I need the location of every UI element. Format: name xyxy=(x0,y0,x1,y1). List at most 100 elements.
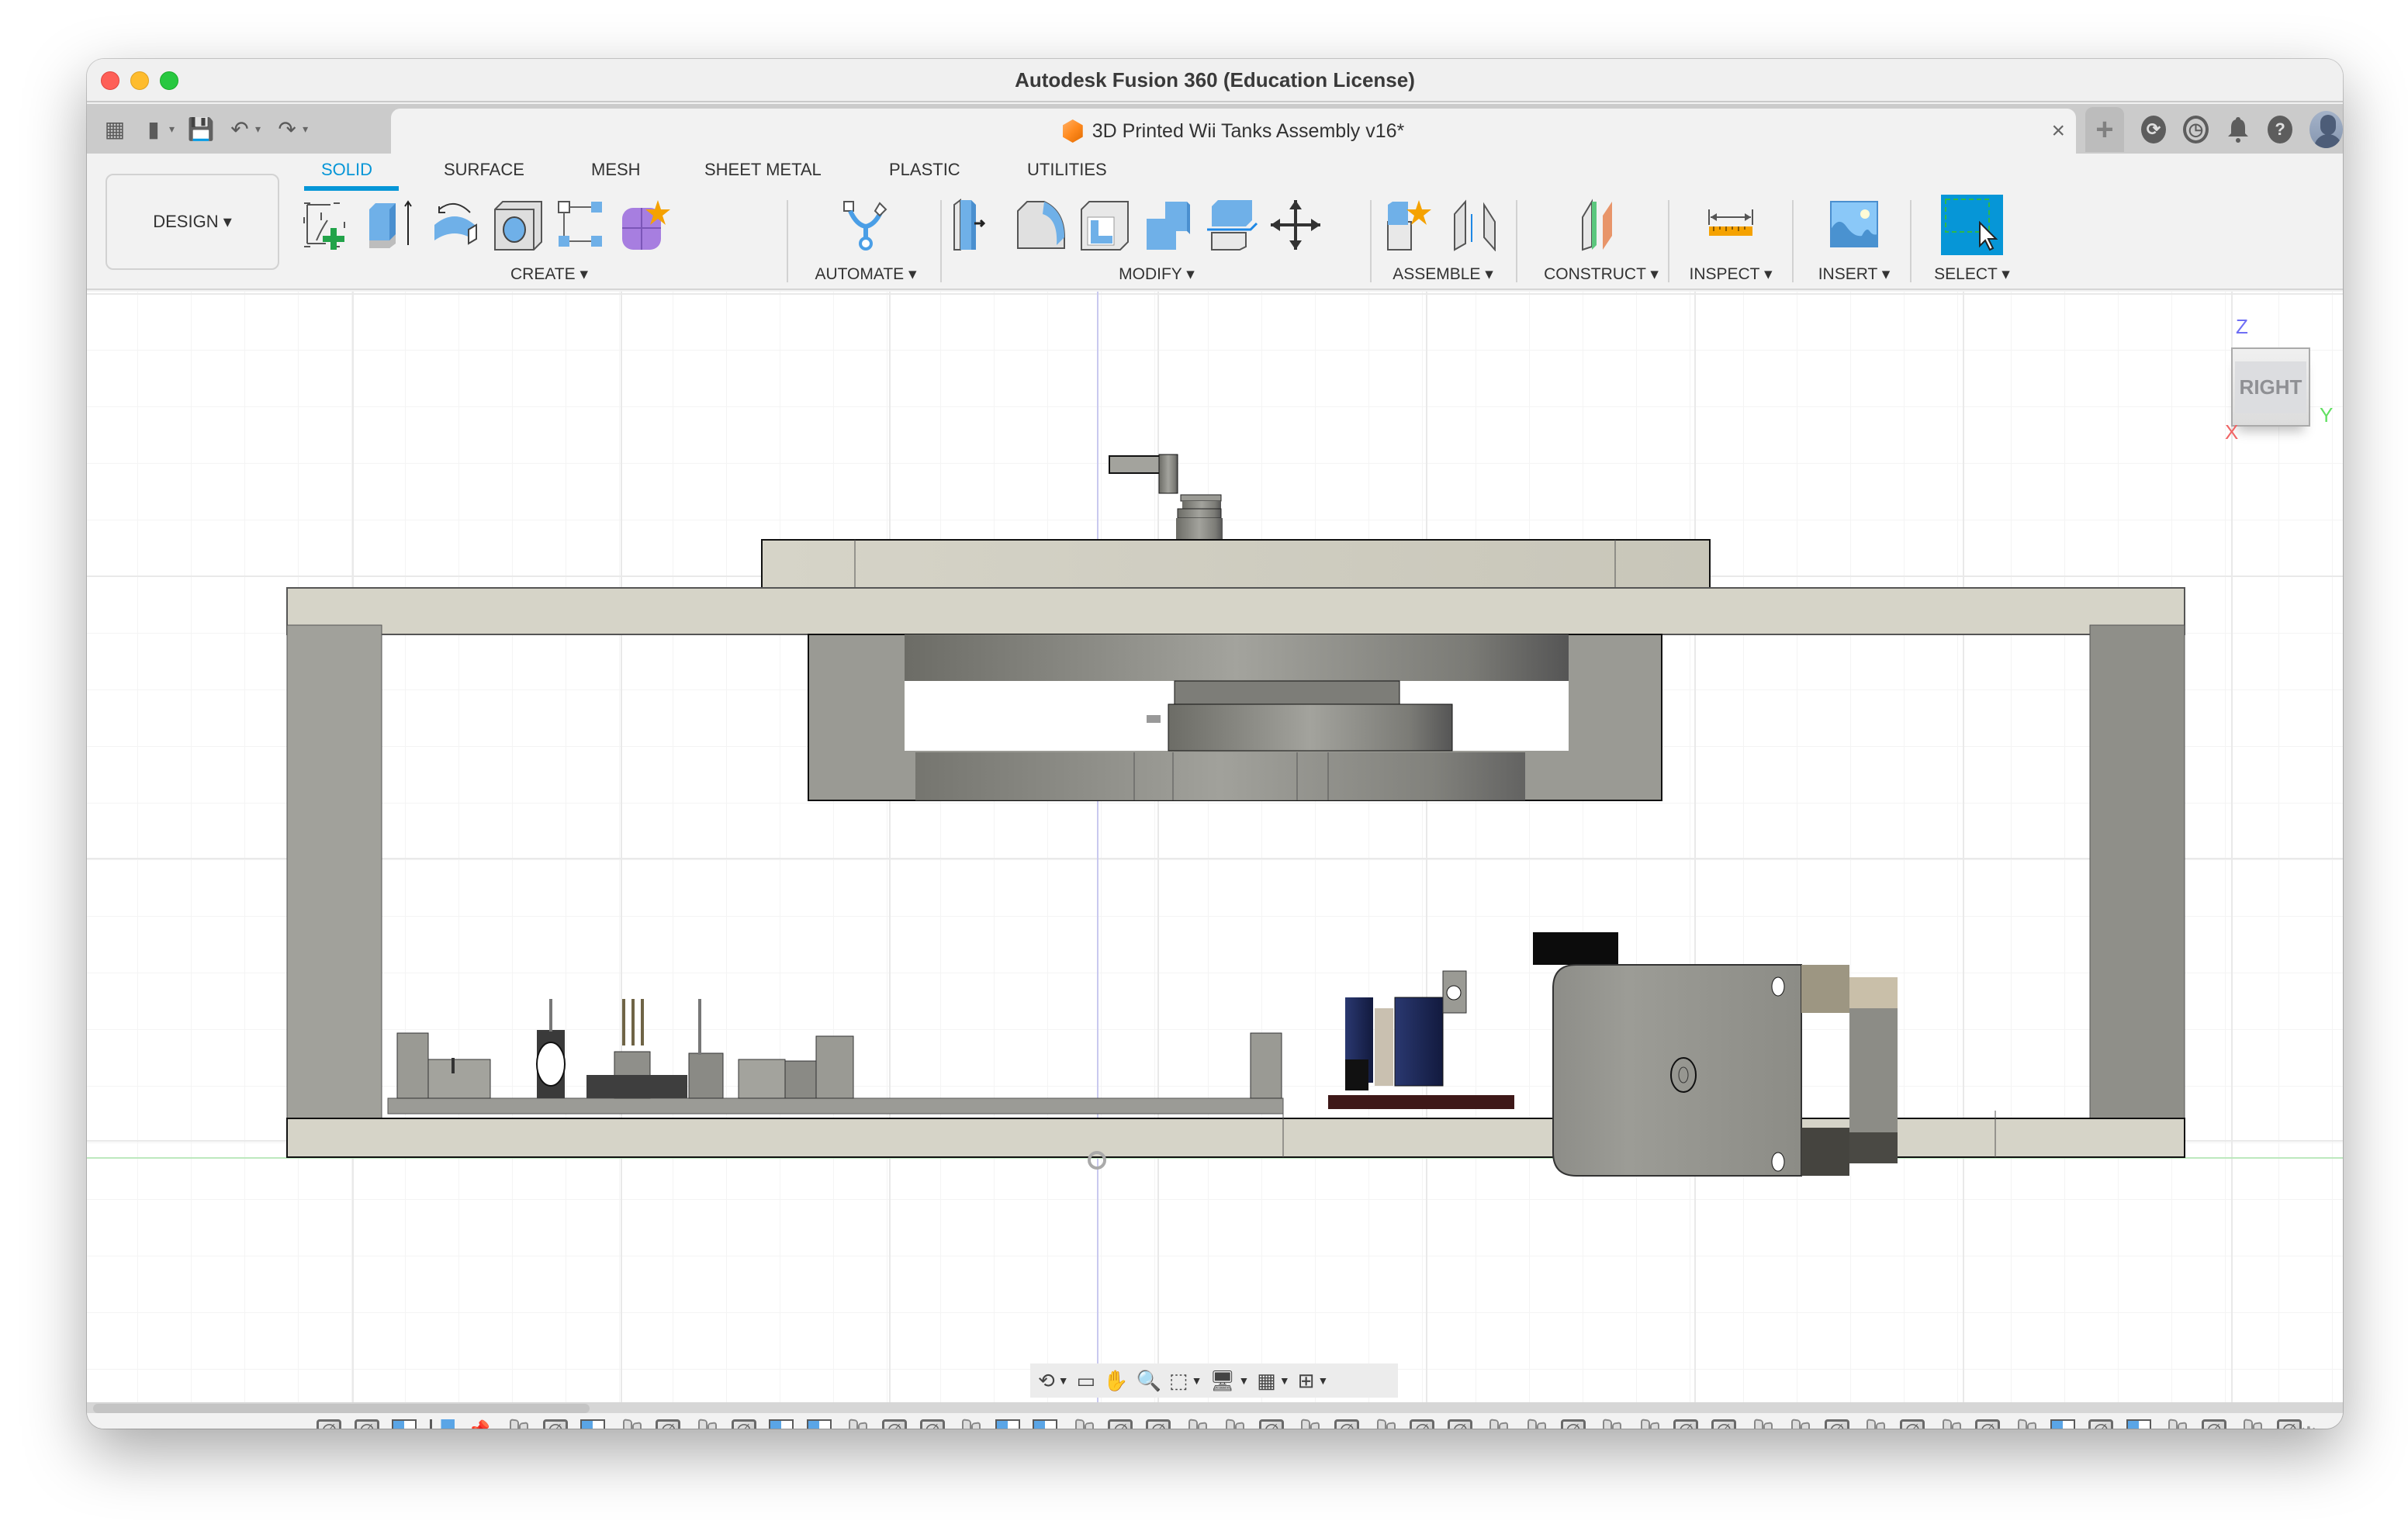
chevron-down-icon[interactable]: ▾ xyxy=(303,123,308,136)
chevron-down-icon[interactable]: ▼ xyxy=(1238,1374,1249,1387)
viewports-icon[interactable]: ⊞ ▼ xyxy=(1298,1367,1329,1394)
insert-menu[interactable]: INSERT ▾ xyxy=(1797,264,1912,284)
horizontal-scrollbar[interactable] xyxy=(87,1402,2343,1413)
rigid-group-feature-icon[interactable] xyxy=(957,1419,982,1429)
fillet-icon[interactable] xyxy=(1015,199,1067,251)
joint-feature-icon[interactable] xyxy=(919,1419,945,1429)
scrollbar-thumb[interactable] xyxy=(93,1404,590,1413)
rigid-group-feature-icon[interactable] xyxy=(844,1419,869,1429)
rigid-group-feature-icon[interactable] xyxy=(2164,1419,2188,1429)
as-built-joint-feature-icon[interactable] xyxy=(392,1419,417,1429)
extrude-icon[interactable] xyxy=(365,199,417,251)
user-avatar[interactable] xyxy=(2309,111,2343,148)
joint-feature-icon[interactable] xyxy=(2201,1419,2226,1429)
as-built-joint-feature-icon[interactable] xyxy=(995,1419,1020,1429)
revolve-icon[interactable] xyxy=(428,199,481,251)
rigid-group-feature-icon[interactable] xyxy=(1636,1419,1661,1429)
close-tab-button[interactable]: × xyxy=(2051,118,2065,144)
rigid-group-feature-icon[interactable] xyxy=(1071,1419,1095,1429)
joint-feature-icon[interactable] xyxy=(1673,1419,1699,1429)
rigid-group-feature-icon[interactable] xyxy=(1372,1419,1397,1429)
joint-feature-icon[interactable] xyxy=(1824,1419,1849,1429)
press-pull-icon[interactable] xyxy=(951,199,1004,251)
new-tab-button[interactable]: + xyxy=(2085,107,2124,152)
component-feature-icon[interactable] xyxy=(429,1419,455,1429)
joint-feature-icon[interactable] xyxy=(731,1419,756,1429)
assemble-menu[interactable]: ASSEMBLE ▾ xyxy=(1375,264,1511,284)
maximize-window-button[interactable] xyxy=(160,71,178,90)
play-button[interactable]: ▶ xyxy=(178,1424,194,1429)
joint-feature-icon[interactable] xyxy=(1334,1419,1360,1429)
tab-plastic[interactable]: PLASTIC xyxy=(889,160,960,180)
as-built-joint-feature-icon[interactable] xyxy=(2126,1419,2151,1429)
minimize-window-button[interactable] xyxy=(130,71,149,90)
chevron-down-icon[interactable]: ▾ xyxy=(169,123,175,136)
offset-face-icon[interactable] xyxy=(1206,199,1258,251)
3d-canvas[interactable]: Z RIGHT X Y ⟲ ▼ ▭ ✋ 🔍 ⬚ ▼ 🖥 ▼ ▦ ▼ ⊞ ▼ xyxy=(87,292,2343,1402)
move-copy-icon[interactable] xyxy=(1269,199,1322,251)
modify-menu[interactable]: MODIFY ▾ xyxy=(951,264,1362,284)
tab-solid[interactable]: SOLID xyxy=(321,160,372,180)
chevron-down-icon[interactable]: ▼ xyxy=(1279,1374,1290,1387)
grid-snaps-icon[interactable]: ▦ ▼ xyxy=(1257,1367,1289,1394)
joint-feature-icon[interactable] xyxy=(317,1419,341,1429)
data-panel-grid-icon[interactable]: ▦ xyxy=(99,113,130,144)
rigid-group-feature-icon[interactable] xyxy=(2013,1419,2038,1429)
fit-window-icon[interactable]: ⬚ ▼ xyxy=(1169,1367,1202,1394)
as-built-joint-feature-icon[interactable] xyxy=(580,1419,606,1429)
view-cube-right-face[interactable]: RIGHT xyxy=(2231,347,2310,427)
joint-feature-icon[interactable] xyxy=(354,1419,379,1429)
construct-menu[interactable]: CONSTRUCT ▾ xyxy=(1521,264,1682,284)
timeline-settings-gear-icon[interactable]: ⚙ xyxy=(2296,1421,2321,1429)
inspect-menu[interactable]: INSPECT ▾ xyxy=(1673,264,1789,284)
job-status-clock-icon[interactable]: ◷ xyxy=(2183,116,2209,143)
select-menu[interactable]: SELECT ▾ xyxy=(1915,264,2029,284)
tab-surface[interactable]: SURFACE xyxy=(444,160,524,180)
chevron-down-icon[interactable]: ▼ xyxy=(1318,1374,1329,1387)
go-to-end-button[interactable]: ⏭ xyxy=(253,1424,271,1429)
rigid-group-feature-icon[interactable] xyxy=(1749,1419,1774,1429)
joint-feature-icon[interactable] xyxy=(1711,1419,1736,1429)
joint-feature-icon[interactable] xyxy=(542,1419,568,1429)
ground-pin-feature-icon[interactable] xyxy=(467,1419,492,1429)
as-built-joint-feature-icon[interactable] xyxy=(806,1419,832,1429)
joint-feature-icon[interactable] xyxy=(1410,1419,1435,1429)
tab-mesh[interactable]: MESH xyxy=(591,160,641,180)
rigid-group-feature-icon[interactable] xyxy=(1787,1419,1811,1429)
save-icon[interactable]: 💾 xyxy=(185,113,216,144)
rigid-group-feature-icon[interactable] xyxy=(1862,1419,1887,1429)
rigid-group-feature-icon[interactable] xyxy=(694,1419,718,1429)
tab-sheet-metal[interactable]: SHEET METAL xyxy=(704,160,822,180)
rigid-group-feature-icon[interactable] xyxy=(1184,1419,1209,1429)
create-menu[interactable]: CREATE ▾ xyxy=(301,264,797,284)
joint-feature-icon[interactable] xyxy=(1899,1419,1925,1429)
pan-hand-icon[interactable]: ✋ xyxy=(1103,1367,1128,1394)
joint-feature-icon[interactable] xyxy=(656,1419,681,1429)
rigid-group-feature-icon[interactable] xyxy=(1938,1419,1963,1429)
joint-feature-icon[interactable] xyxy=(1146,1419,1171,1429)
insert-canvas-icon[interactable] xyxy=(1828,199,1880,251)
assembly-model[interactable] xyxy=(87,292,2343,1402)
rigid-group-feature-icon[interactable] xyxy=(2239,1419,2264,1429)
zoom-icon[interactable]: 🔍 xyxy=(1137,1367,1161,1394)
hole-icon[interactable] xyxy=(492,199,545,251)
undo-icon[interactable]: ↶ xyxy=(224,113,255,144)
rigid-group-feature-icon[interactable] xyxy=(1598,1419,1623,1429)
as-built-joint-feature-icon[interactable] xyxy=(769,1419,794,1429)
shell-icon[interactable] xyxy=(1078,199,1131,251)
close-window-button[interactable] xyxy=(101,71,119,90)
measure-icon[interactable] xyxy=(1704,199,1757,251)
automate-menu[interactable]: AUTOMATE ▾ xyxy=(793,264,939,284)
look-at-icon[interactable]: ▭ xyxy=(1077,1367,1096,1394)
joint-feature-icon[interactable] xyxy=(1975,1419,2001,1429)
joint-feature-icon[interactable] xyxy=(881,1419,907,1429)
rectangular-pattern-icon[interactable] xyxy=(555,199,608,251)
rigid-group-feature-icon[interactable] xyxy=(1485,1419,1510,1429)
orbit-icon[interactable]: ⟲ ▼ xyxy=(1038,1367,1069,1394)
chevron-down-icon[interactable]: ▾ xyxy=(255,123,261,136)
chevron-down-icon[interactable]: ▼ xyxy=(1058,1374,1069,1387)
window-select-icon[interactable] xyxy=(1941,195,2003,255)
automated-modeling-icon[interactable] xyxy=(839,199,892,251)
create-form-icon[interactable] xyxy=(619,199,672,251)
joint-feature-icon[interactable] xyxy=(2088,1419,2113,1429)
